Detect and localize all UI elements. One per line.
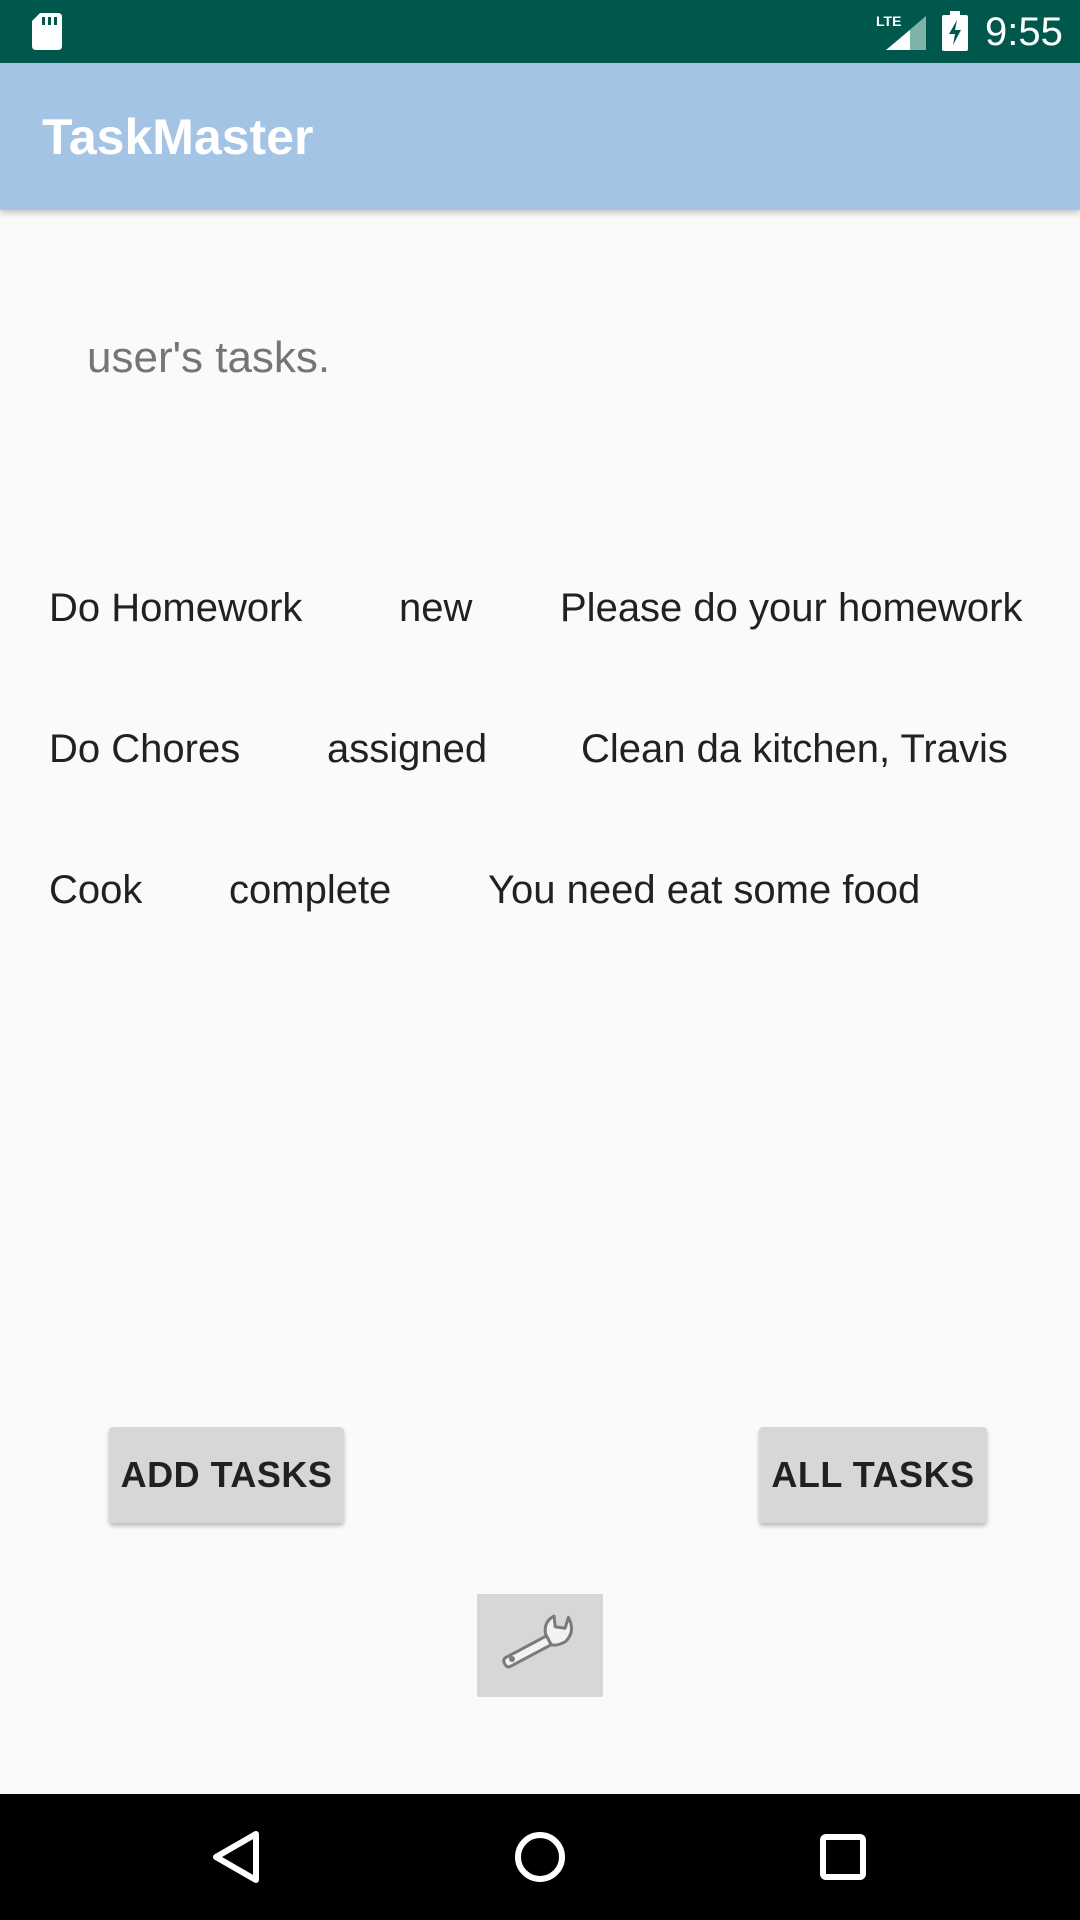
task-row[interactable]: Do Chores assigned Clean da kitchen, Tra… (0, 719, 1080, 779)
status-clock: 9:55 (985, 10, 1063, 54)
navigation-bar (0, 1794, 1080, 1920)
task-body: Clean da kitchen, Travis (581, 727, 1008, 771)
wrench-icon (502, 1614, 573, 1669)
back-icon[interactable] (202, 1822, 272, 1892)
task-state: assigned (327, 727, 488, 771)
app-bar: TaskMaster (0, 63, 1080, 210)
task-title: Cook (49, 868, 143, 912)
battery-charging-icon (942, 11, 968, 51)
app-title: TaskMaster (42, 109, 314, 165)
task-title: Do Chores (49, 727, 241, 771)
recents-icon[interactable] (808, 1822, 878, 1892)
task-row[interactable]: Cook complete You need eat some food (0, 860, 1080, 920)
status-bar: LTE 9:55 (0, 0, 1080, 63)
add-tasks-button[interactable]: ADD TASKS (109, 1427, 344, 1523)
task-state: complete (229, 868, 392, 912)
sd-card-icon (32, 13, 62, 50)
task-row[interactable]: Do Homework new Please do your homework (0, 578, 1080, 638)
settings-button[interactable] (477, 1594, 603, 1697)
task-state: new (399, 586, 473, 630)
task-body: Please do your homework (560, 586, 1023, 630)
svg-text:LTE: LTE (876, 13, 901, 29)
all-tasks-button[interactable]: ALL TASKS (759, 1427, 987, 1523)
user-tasks-heading: user's tasks. (87, 333, 331, 382)
lte-signal-icon: LTE (876, 13, 926, 50)
screen: LTE 9:55 TaskMaster user's tasks. Do Hom… (0, 0, 1080, 1920)
home-icon[interactable] (505, 1822, 575, 1892)
task-body: You need eat some food (488, 868, 921, 912)
task-title: Do Homework (49, 586, 303, 630)
